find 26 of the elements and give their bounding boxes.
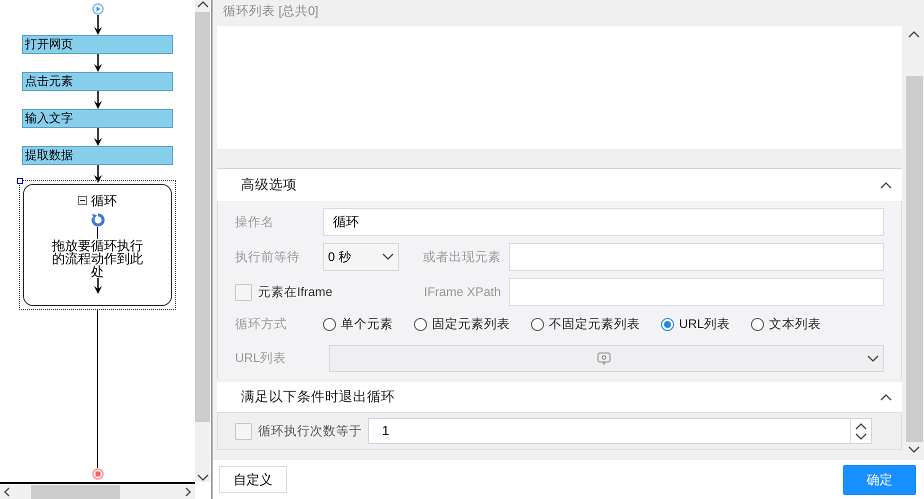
- loop-title: 循环: [91, 192, 117, 210]
- radio-label: 固定元素列表: [432, 316, 510, 333]
- flow-step[interactable]: 输入文字: [22, 109, 173, 128]
- radio-label: 不固定元素列表: [549, 316, 640, 333]
- field-label: 执行前等待: [235, 248, 301, 266]
- loop-list-title: 循环列表 [总共0]: [222, 3, 320, 20]
- section-header[interactable]: 满足以下条件时退出循环: [217, 382, 902, 412]
- drop-hint: 拖放要循环执行的流程动作到此处: [51, 238, 144, 278]
- radio-label: 文本列表: [769, 316, 822, 333]
- field-label: URL列表: [235, 350, 288, 368]
- checkbox-label: 循环执行次数等于: [258, 422, 362, 440]
- flow-step[interactable]: 点击元素: [22, 72, 173, 91]
- field-label: 操作名: [235, 214, 275, 231]
- radio-label: URL列表: [679, 316, 730, 333]
- checkbox-label: 元素在Iframe: [258, 284, 332, 301]
- wait-dropdown[interactable]: 0 秒: [323, 243, 399, 271]
- section-header[interactable]: 高级选项: [217, 169, 902, 201]
- count-spinner[interactable]: 1: [368, 418, 872, 444]
- flow-step[interactable]: 打开网页: [22, 35, 173, 54]
- custom-button[interactable]: 自定义: [219, 466, 287, 493]
- flow-step[interactable]: 提取数据: [22, 146, 173, 165]
- field-label: 或者出现元素: [422, 248, 502, 266]
- field-label: 循环方式: [235, 316, 288, 333]
- field-label: IFrame XPath: [422, 284, 502, 301]
- radio-label: 单个元素: [341, 316, 393, 333]
- name-field[interactable]: 循环: [323, 208, 884, 236]
